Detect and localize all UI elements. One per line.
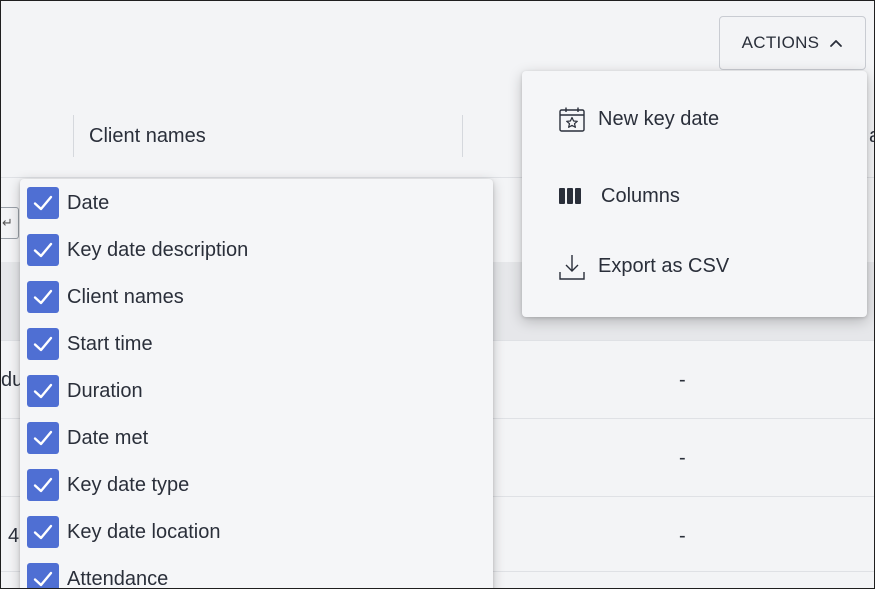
column-option-label: Duration: [67, 379, 143, 402]
check-icon: [33, 383, 53, 399]
column-option-date[interactable]: Date: [27, 183, 487, 223]
checkbox-checked[interactable]: [27, 234, 59, 266]
new-key-date-menu-item[interactable]: New key date: [522, 92, 867, 148]
check-icon: [33, 289, 53, 305]
column-option-label: Date met: [67, 426, 149, 449]
app-window: ACTIONS Client names ar ↵ du - - 4 -: [0, 0, 875, 589]
check-icon: [33, 477, 53, 493]
checkbox-checked[interactable]: [27, 422, 59, 454]
column-option-label: Key date type: [67, 473, 190, 496]
column-option-label: Client names: [67, 285, 184, 308]
check-icon: [33, 571, 53, 587]
column-option-label: Start time: [67, 332, 153, 355]
columns-icon: [559, 188, 581, 204]
column-option-key-date-description[interactable]: Key date description: [27, 230, 487, 270]
column-option-label: Key date description: [67, 238, 249, 261]
checkbox-checked[interactable]: [27, 328, 59, 360]
columns-menu-item[interactable]: Columns: [522, 169, 867, 225]
column-option-duration[interactable]: Duration: [27, 371, 487, 411]
checkbox-checked[interactable]: [27, 375, 59, 407]
enter-icon: ↵: [1, 207, 19, 239]
column-option-key-date-type[interactable]: Key date type: [27, 465, 487, 505]
actions-menu: New key date Columns Export as CSV: [522, 71, 867, 317]
actions-button[interactable]: ACTIONS: [719, 16, 866, 70]
check-icon: [33, 242, 53, 258]
check-icon: [33, 430, 53, 446]
calendar-star-icon: [558, 106, 586, 134]
table-cell: -: [679, 525, 686, 547]
column-option-client-names[interactable]: Client names: [27, 277, 487, 317]
menu-item-label: Export as CSV: [598, 255, 730, 277]
checkbox-checked[interactable]: [27, 469, 59, 501]
table-cell: -: [679, 369, 686, 391]
column-option-key-date-location[interactable]: Key date location: [27, 512, 487, 552]
header-divider: [462, 115, 463, 157]
column-option-label: Key date location: [67, 520, 221, 543]
column-option-start-time[interactable]: Start time: [27, 324, 487, 364]
chevron-up-icon: [830, 40, 843, 47]
menu-item-label: New key date: [598, 108, 720, 130]
check-icon: [33, 524, 53, 540]
checkbox-checked[interactable]: [27, 187, 59, 219]
check-icon: [33, 195, 53, 211]
table-cell: -: [679, 447, 686, 469]
column-option-attendance[interactable]: Attendance: [27, 559, 487, 589]
download-icon: [558, 253, 586, 281]
header-divider: [73, 115, 74, 157]
column-option-label: Date: [67, 191, 110, 214]
checkbox-checked[interactable]: [27, 281, 59, 313]
column-header-partial: ar: [869, 125, 874, 148]
check-icon: [33, 336, 53, 352]
column-header-client-names[interactable]: Client names: [89, 125, 206, 148]
table-cell: 4: [8, 525, 20, 547]
column-option-label: Attendance: [67, 567, 169, 589]
actions-button-label: ACTIONS: [741, 33, 820, 52]
checkbox-checked[interactable]: [27, 563, 59, 588]
columns-menu: Date Key date description Client names S…: [20, 179, 493, 589]
export-csv-menu-item[interactable]: Export as CSV: [522, 239, 867, 295]
checkbox-checked[interactable]: [27, 516, 59, 548]
menu-item-label: Columns: [601, 185, 680, 207]
column-option-date-met[interactable]: Date met: [27, 418, 487, 458]
